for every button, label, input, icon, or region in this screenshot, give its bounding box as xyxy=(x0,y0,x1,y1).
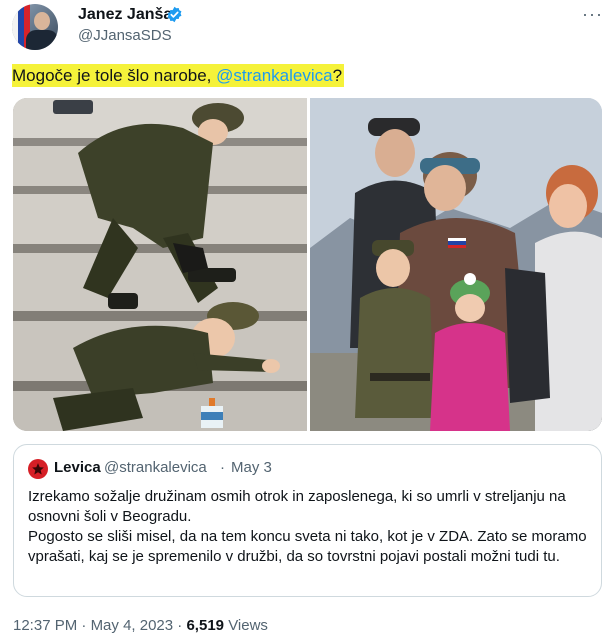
tweet-time[interactable]: 12:37 PM xyxy=(13,617,77,634)
views-label: Views xyxy=(228,617,268,634)
highlighted-text: Mogoče je tole šlo narobe, @strankalevic… xyxy=(12,64,345,87)
author-name[interactable]: Janez Janša xyxy=(78,6,172,24)
quoted-date[interactable]: May 3 xyxy=(231,459,272,476)
author-handle[interactable]: @JJansaSDS xyxy=(78,27,172,44)
quoted-paragraph-1: Izrekamo sožalje družinam osmih otrok in… xyxy=(28,488,566,525)
quoted-text: Izrekamo sožalje družinam osmih otrok in… xyxy=(28,487,593,567)
author-avatar[interactable] xyxy=(12,4,58,50)
photo-children-steps-image xyxy=(13,98,307,431)
views-count: 6,519 xyxy=(186,617,225,634)
meta-separator-2: · xyxy=(177,617,183,634)
tweet-text-prefix: Mogoče je tole šlo narobe, xyxy=(12,66,217,85)
meta-separator-1: · xyxy=(81,617,87,634)
avatar-body xyxy=(26,30,58,50)
quoted-author-handle[interactable]: @strankalevica xyxy=(104,459,207,476)
tweet-date[interactable]: May 4, 2023 xyxy=(91,617,174,634)
quoted-separator: · xyxy=(220,459,225,476)
tweet-meta: 12:37 PM · May 4, 2023 · 6,519 Views xyxy=(13,617,268,634)
photo-family-group-image xyxy=(310,98,602,431)
levica-avatar[interactable] xyxy=(28,459,48,479)
tweet-text: Mogoče je tole šlo narobe, @strankalevic… xyxy=(12,64,345,87)
star-icon xyxy=(32,463,44,475)
quoted-author-name[interactable]: Levica xyxy=(54,459,101,476)
photo-children-steps[interactable] xyxy=(13,98,307,431)
mention-link[interactable]: @strankalevica xyxy=(216,66,332,85)
quoted-tweet[interactable]: Levica @strankalevica · May 3 Izrekamo s… xyxy=(13,444,602,597)
avatar-head xyxy=(34,12,50,30)
tweet-text-suffix: ? xyxy=(332,66,343,85)
quoted-paragraph-2: Pogosto se sliši misel, da na tem koncu … xyxy=(28,528,587,565)
photo-family-group[interactable] xyxy=(310,98,602,431)
verified-badge-icon xyxy=(167,6,182,23)
more-options-icon[interactable]: ··· xyxy=(582,4,603,25)
